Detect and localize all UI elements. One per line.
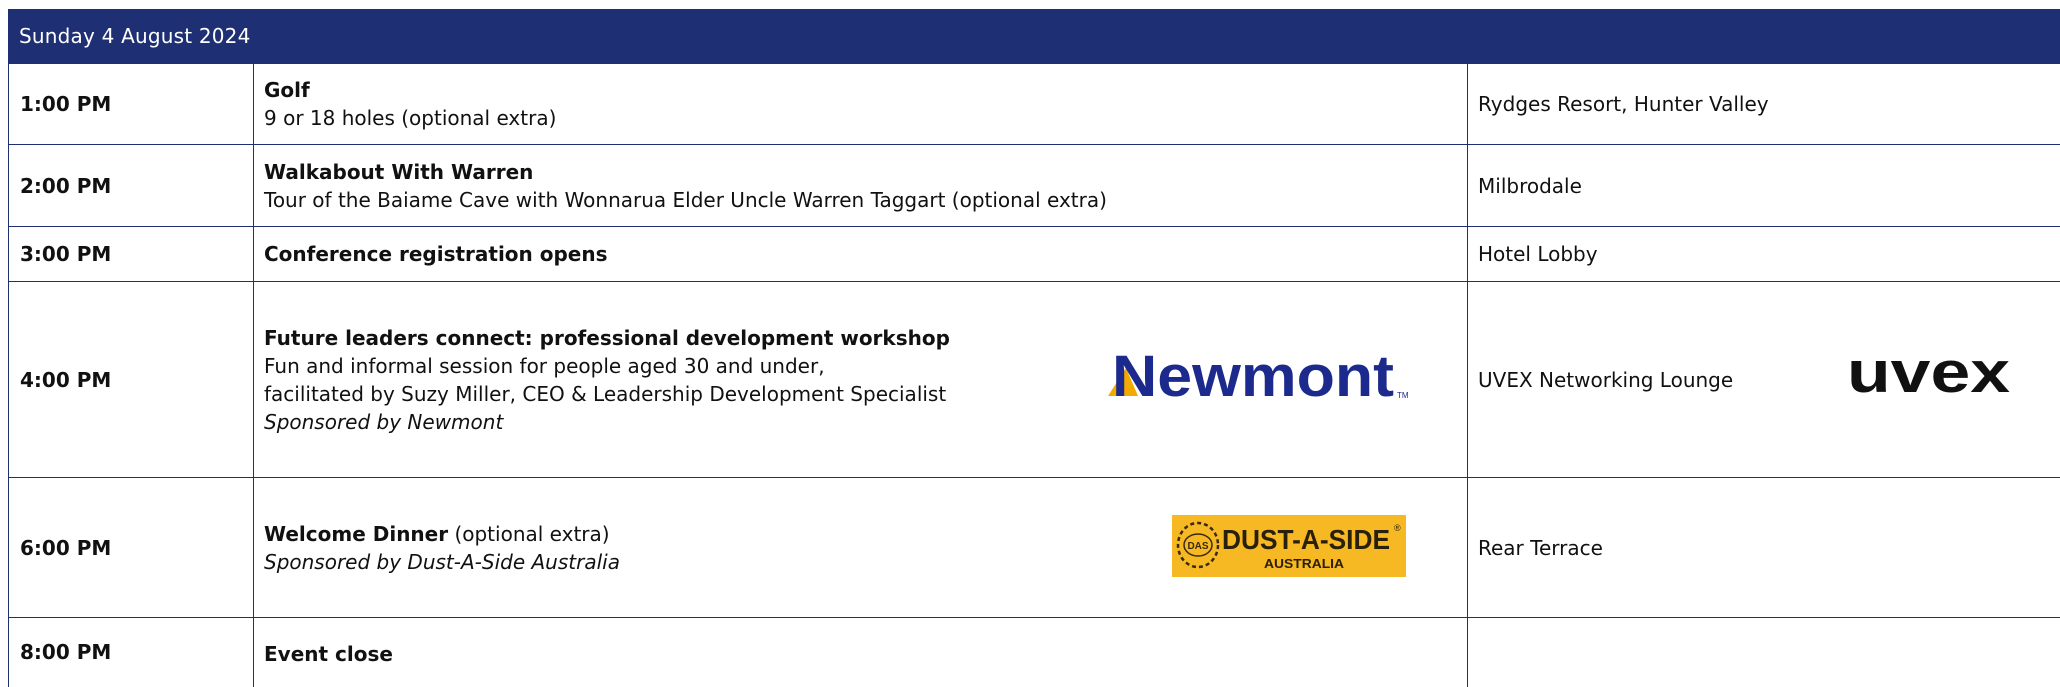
event-cell: Event close — [254, 618, 1468, 687]
event-title: Welcome Dinner — [264, 521, 449, 546]
event-title-suffix: (optional extra) — [448, 521, 610, 546]
time-cell: 4:00 PM — [9, 282, 254, 477]
agenda-table: Sunday 4 August 2024 1:00 PM Golf 9 or 1… — [8, 9, 2060, 687]
venue-cell: UVEX Networking Lounge uvex — [1468, 282, 2060, 477]
venue-cell: Hotel Lobby — [1478, 242, 1598, 266]
venue-name: UVEX Networking Lounge — [1478, 367, 1734, 392]
uvex-logo: uvex — [1847, 348, 2010, 398]
venue-cell — [1468, 618, 2060, 687]
event-cell: Walkabout With Warren Tour of the Baiame… — [254, 145, 1468, 226]
dust-a-side-logo-subtext: AUSTRALIA — [1264, 556, 1345, 571]
table-row: 8:00 PM Event close — [8, 618, 2060, 687]
sponsor-note: Sponsored by Dust-A-Side Australia — [264, 549, 620, 574]
time-cell: 8:00 PM — [9, 618, 254, 687]
table-row: 2:00 PM Walkabout With Warren Tour of th… — [8, 145, 2060, 227]
time-cell: 3:00 PM — [9, 227, 254, 281]
venue-cell: Milbrodale — [1478, 173, 1582, 198]
table-row: 6:00 PM Welcome Dinner (optional extra) … — [8, 478, 2060, 618]
event-description: Tour of the Baiame Cave with Wonnarua El… — [264, 187, 1107, 212]
registered-mark: ® — [1394, 523, 1401, 533]
time-cell: 6:00 PM — [9, 478, 254, 617]
event-title: Walkabout With Warren — [264, 159, 534, 184]
newmont-logo-tm: TM — [1397, 391, 1409, 400]
dust-a-side-logo-text: DUST-A-SIDE — [1222, 524, 1390, 555]
event-title: Golf — [264, 78, 310, 102]
table-row: 1:00 PM Golf 9 or 18 holes (optional ext… — [8, 64, 2060, 145]
date-header: Sunday 4 August 2024 — [8, 9, 2060, 64]
dust-a-side-logo: DAS DUST-A-SIDE ® AUSTRALIA — [1172, 515, 1406, 577]
uvex-logo-text: uvex — [1847, 348, 2010, 398]
badge-text: DAS — [1187, 541, 1208, 552]
event-cell: Golf 9 or 18 holes (optional extra) — [254, 64, 1468, 144]
event-title: Future leaders connect: professional dev… — [264, 325, 950, 350]
venue-cell: Rydges Resort, Hunter Valley — [1478, 92, 1769, 116]
time-cell: 2:00 PM — [9, 145, 254, 226]
event-cell: Welcome Dinner (optional extra) Sponsore… — [254, 478, 1468, 617]
event-title: Event close — [264, 642, 393, 666]
event-description: facilitated by Suzy Miller, CEO & Leader… — [264, 381, 947, 406]
time-cell: 1:00 PM — [9, 64, 254, 144]
event-description: Fun and informal session for people aged… — [264, 353, 825, 378]
event-cell: Conference registration opens — [254, 227, 1468, 281]
venue-cell: Rear Terrace — [1478, 535, 1603, 560]
sponsor-note: Sponsored by Newmont — [264, 409, 504, 434]
table-row: 3:00 PM Conference registration opens Ho… — [8, 227, 2060, 282]
event-title: Conference registration opens — [264, 242, 608, 266]
newmont-logo: Newmont TM — [1108, 350, 1409, 406]
table-row: 4:00 PM Future leaders connect: professi… — [8, 282, 2060, 478]
event-cell: Future leaders connect: professional dev… — [254, 282, 1468, 477]
newmont-logo-text: Newmont — [1112, 350, 1394, 406]
event-description: 9 or 18 holes (optional extra) — [264, 106, 557, 130]
